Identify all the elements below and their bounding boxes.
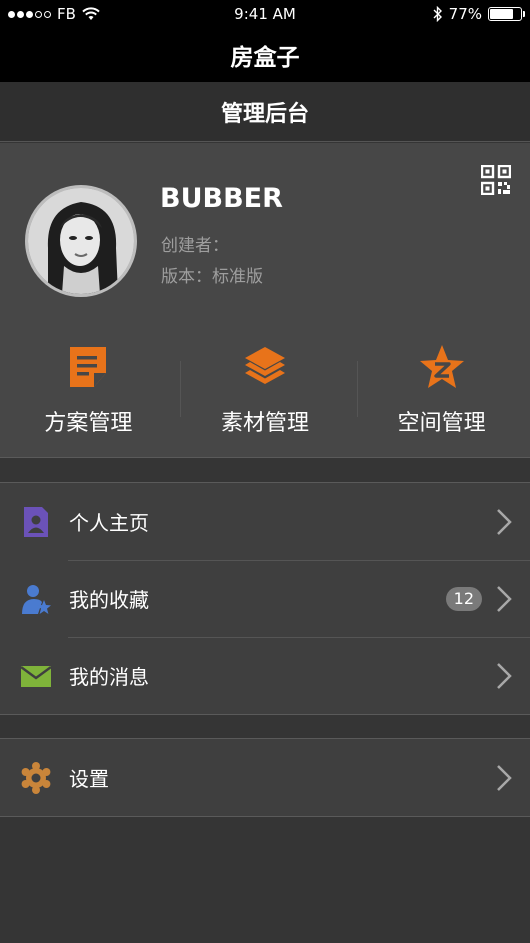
carrier-name: FB: [57, 5, 76, 23]
status-bar: FB 9:41 AM 77%: [0, 0, 530, 28]
quick-action-divider: [357, 361, 358, 417]
menu-group-main: 个人主页 我的收藏 12 我的消息: [0, 482, 530, 715]
version-info: 版本：标准版: [161, 267, 263, 287]
material-management-button[interactable]: 素材管理: [177, 338, 354, 438]
bluetooth-icon: [433, 6, 442, 22]
signal-strength-icon: [8, 10, 51, 18]
space-management-button[interactable]: 空间管理: [353, 338, 530, 438]
menu-item-personal-home[interactable]: 个人主页: [0, 483, 530, 560]
creator-info: 创建者：: [161, 236, 229, 256]
chevron-right-icon: [497, 585, 512, 612]
user-star-icon: [22, 584, 51, 614]
status-left: FB: [8, 5, 100, 23]
profile-card: BUBBER 创建者： 版本：标准版 方案管理 素材管理 空间管理: [0, 143, 530, 458]
favorites-label: 我的收藏: [69, 588, 149, 612]
menu-item-favorites[interactable]: 我的收藏 12: [0, 560, 530, 637]
battery-level: [490, 9, 514, 19]
gear-icon: [21, 761, 51, 794]
chevron-right-icon: [497, 764, 512, 791]
star-badge-icon: [419, 345, 464, 388]
menu-item-settings[interactable]: 设置: [0, 739, 530, 816]
avatar-portrait: [28, 188, 134, 294]
qr-code-icon[interactable]: [481, 165, 511, 195]
chevron-right-icon: [497, 508, 512, 535]
menu-group-settings: 设置: [0, 738, 530, 817]
messages-label: 我的消息: [69, 665, 149, 689]
page-header: 管理后台: [0, 82, 530, 142]
battery-percent: 77%: [448, 5, 482, 23]
profile-document-icon: [24, 506, 48, 537]
page-title: 管理后台: [220, 101, 309, 127]
battery-icon: [488, 7, 525, 21]
personal-home-label: 个人主页: [69, 511, 149, 535]
app-title-bar: 房盒子: [0, 28, 530, 82]
space-management-label: 空间管理: [397, 411, 486, 436]
status-right: 77%: [433, 5, 525, 23]
material-management-label: 素材管理: [221, 411, 310, 436]
avatar[interactable]: [25, 185, 137, 297]
quick-action-divider: [180, 361, 181, 417]
document-edit-icon: [70, 347, 107, 387]
menu-item-messages[interactable]: 我的消息: [0, 637, 530, 714]
favorites-count-badge: 12: [445, 586, 482, 611]
user-name: BUBBER: [160, 183, 283, 214]
quick-actions: 方案管理 素材管理 空间管理: [0, 338, 530, 438]
chevron-right-icon: [497, 662, 512, 689]
settings-label: 设置: [69, 767, 109, 791]
mail-icon: [20, 665, 52, 687]
app-title: 房盒子: [230, 45, 300, 71]
layers-icon: [245, 347, 285, 384]
plan-management-button[interactable]: 方案管理: [0, 338, 177, 438]
wifi-icon: [82, 7, 100, 20]
plan-management-label: 方案管理: [44, 411, 133, 436]
